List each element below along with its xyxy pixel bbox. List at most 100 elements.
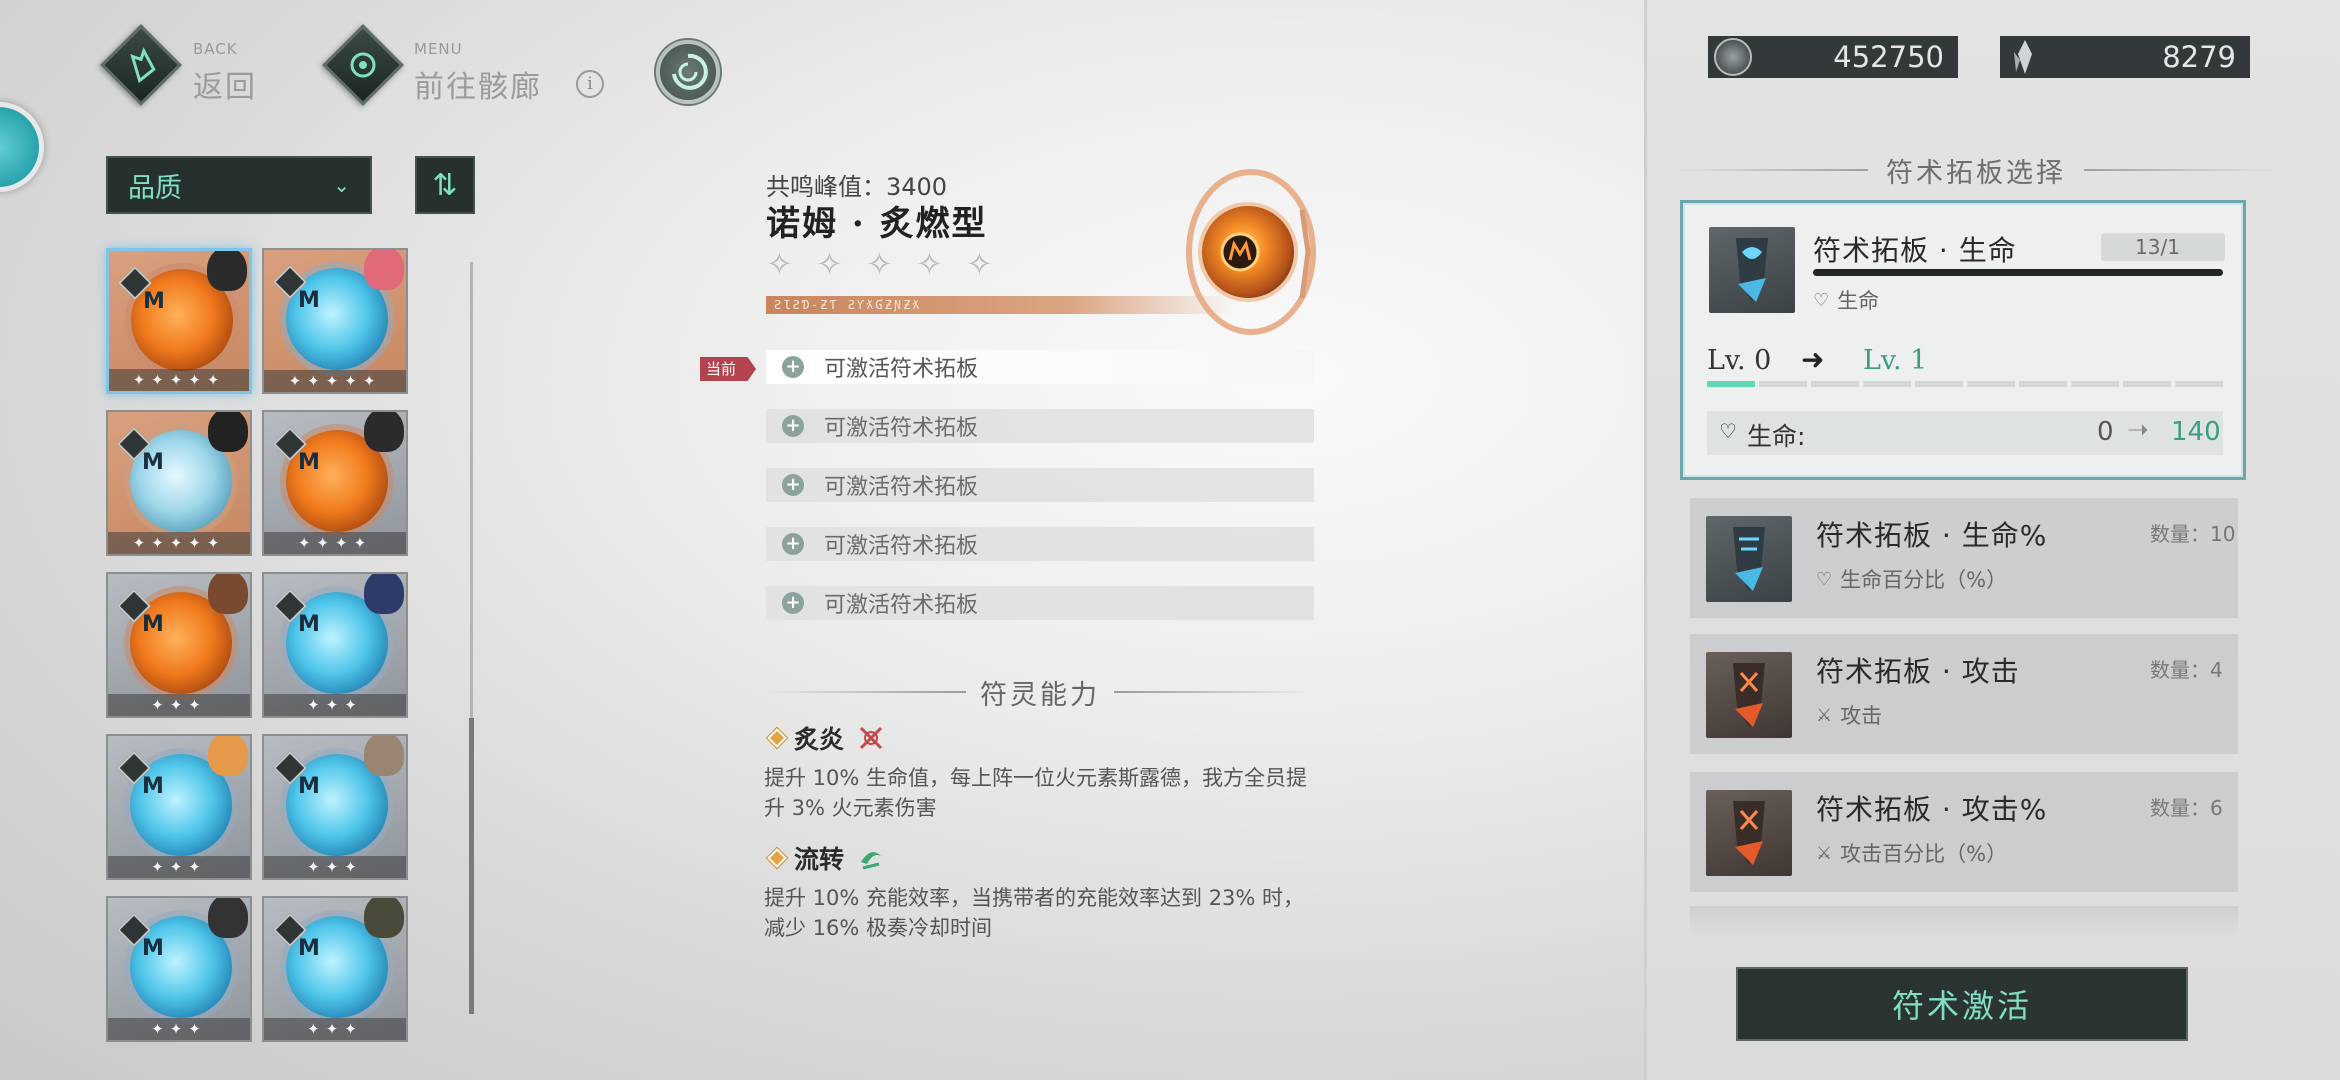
spirit-card[interactable]: M ✦✦✦✦ <box>262 410 408 556</box>
tile-count: 数量：10 <box>2150 522 2236 546</box>
tile-card-partial[interactable] <box>1690 906 2238 936</box>
ability-1-description: 提升 10% 生命值，每上阵一位火元素斯露德，我方全员提升 3% 火元素伤害 <box>764 766 1308 820</box>
quality-filter-dropdown[interactable]: 品质 ⌄ <box>106 156 372 214</box>
back-button[interactable] <box>99 23 183 107</box>
add-icon: + <box>782 415 804 437</box>
divider <box>2084 169 2276 171</box>
tile-slot[interactable]: + 可激活符术拓板 <box>766 586 1314 620</box>
ability-2-title: 流转 <box>767 840 888 876</box>
spirit-card[interactable]: M ✦✦✦✦✦ <box>106 248 252 394</box>
switch-mode-button[interactable] <box>656 40 720 104</box>
ability-2: 流转 <box>767 840 888 876</box>
orb-emblem: M <box>142 936 164 961</box>
spirit-card[interactable]: M ✦✦✦ <box>262 734 408 880</box>
tile-slot-label: 可激活符术拓板 <box>824 357 979 382</box>
level-segment <box>1863 381 1911 387</box>
tile-slot[interactable]: + 可激活符术拓板 <box>766 350 1314 384</box>
character-avatar <box>208 898 248 938</box>
menu-small-label: MENU <box>414 40 463 58</box>
tile-select-title: 符术拓板选择 <box>1886 157 2066 189</box>
crystal-amount: 8279 <box>2162 40 2236 74</box>
card-stars: ✦✦✦ <box>264 1018 406 1040</box>
add-icon: + <box>782 592 804 614</box>
tile-attr-label: 生命百分比（%） <box>1840 568 2008 592</box>
card-stars: ✦✦✦ <box>108 1018 250 1040</box>
tile-attr: ♡ 生命百分比（%） <box>1816 564 2007 594</box>
tile-count: 数量：6 <box>2150 796 2223 820</box>
spirit-card[interactable]: M ✦✦✦ <box>262 572 408 718</box>
attack-tile-thumbnail <box>1706 790 1792 876</box>
tile-slot[interactable]: + 可激活符术拓板 <box>766 468 1314 502</box>
star-icon: ✧ <box>966 245 993 283</box>
card-list-scrollbar-thumb[interactable] <box>469 718 474 1014</box>
activate-tile-button[interactable]: 符术激活 <box>1736 967 2188 1041</box>
star-icon: ✧ <box>816 245 843 283</box>
tile-attr: ⚔ 攻击 <box>1816 700 1882 730</box>
orb-emblem: M <box>298 774 320 799</box>
coin-counter: 452750 <box>1708 36 1958 78</box>
card-stars: ✦✦✦✦ <box>264 532 406 554</box>
side-tab-button[interactable] <box>0 102 44 192</box>
corridor-icon <box>322 24 404 106</box>
level-segment <box>2123 381 2171 387</box>
orb-emblem: M <box>142 774 164 799</box>
tile-slot-label: 可激活符术拓板 <box>824 593 979 618</box>
add-icon: + <box>782 356 804 378</box>
spirit-title: 诺姆 · 炙燃型 <box>766 204 988 244</box>
stat-row: ♡ 生命: 0 ➝ 140 <box>1707 411 2223 455</box>
character-avatar <box>208 736 248 776</box>
level-segment <box>2175 381 2223 387</box>
back-small-label: BACK <box>193 40 238 58</box>
spirit-card[interactable]: M ✦✦✦ <box>106 572 252 718</box>
arrow-right-icon: ➜ <box>1801 343 1825 376</box>
heart-icon: ♡ <box>1816 568 1833 590</box>
tile-attr: ⚔ 攻击百分比（%） <box>1816 838 2007 868</box>
tile-slot[interactable]: + 可激活符术拓板 <box>766 409 1314 443</box>
menu-label[interactable]: 前往骸廊 <box>414 62 542 106</box>
spirit-card[interactable]: M ✦✦✦ <box>106 734 252 880</box>
level-segment <box>1811 381 1859 387</box>
diamond-bullet-icon <box>767 848 787 868</box>
tile-slot[interactable]: + 可激活符术拓板 <box>766 527 1314 561</box>
level-segment <box>1967 381 2015 387</box>
selected-tile-card[interactable]: 符术拓板 · 生命 13/1 ♡ 生命 Lv. 0 ➜ Lv. 1 ♡ 生命: … <box>1680 200 2246 480</box>
tile-card[interactable]: 符术拓板 · 生命% 数量：10 ♡ 生命百分比（%） <box>1690 498 2238 618</box>
tile-card[interactable]: 符术拓板 · 攻击 数量：4 ⚔ 攻击 <box>1690 634 2238 754</box>
info-icon[interactable]: i <box>576 70 604 98</box>
selected-tile-attr-label: 生命 <box>1837 289 1880 313</box>
card-stars: ✦✦✦✦✦ <box>109 369 249 391</box>
orb-emblem: M <box>298 612 320 637</box>
sort-order-button[interactable]: ⇅ <box>415 156 475 214</box>
level-segment <box>1707 381 1755 387</box>
divider <box>1676 169 1868 171</box>
stat-to: 140 <box>2171 417 2221 447</box>
card-stars: ✦✦✦✦✦ <box>264 370 406 392</box>
add-icon: + <box>782 533 804 555</box>
level-progress-bar <box>1707 381 2223 387</box>
spirit-card[interactable]: M ✦✦✦ <box>106 896 252 1042</box>
star-rating: ✧ ✧ ✧ ✧ ✧ <box>766 248 998 280</box>
spirit-card[interactable]: M ✦✦✦✦✦ <box>106 410 252 556</box>
menu-button[interactable] <box>321 23 405 107</box>
flame-sword-icon <box>854 721 888 755</box>
tile-attr-label: 攻击 <box>1840 704 1883 728</box>
character-avatar <box>364 736 404 776</box>
back-label[interactable]: 返回 <box>193 62 257 106</box>
character-avatar <box>364 574 404 614</box>
tile-select-header: 符术拓板选择 <box>1676 150 2276 190</box>
card-stars: ✦✦✦✦✦ <box>108 532 250 554</box>
add-icon: + <box>782 474 804 496</box>
spirit-orb-image <box>1184 160 1318 340</box>
level-segment <box>1759 381 1807 387</box>
character-avatar <box>207 251 247 291</box>
spirit-card[interactable]: M ✦✦✦ <box>262 896 408 1042</box>
spirit-card[interactable]: M ✦✦✦✦✦ <box>262 248 408 394</box>
tile-card[interactable]: 符术拓板 · 攻击% 数量：6 ⚔ 攻击百分比（%） <box>1690 772 2238 892</box>
ability-1-name: 炙炎 <box>794 725 845 754</box>
divider <box>1114 691 1314 693</box>
crystal-counter: 8279 <box>2000 36 2250 78</box>
card-stars: ✦✦✦ <box>264 694 406 716</box>
card-stars: ✦✦✦ <box>264 856 406 878</box>
orb-emblem: M <box>142 450 164 475</box>
stat-from: 0 <box>2097 417 2114 447</box>
